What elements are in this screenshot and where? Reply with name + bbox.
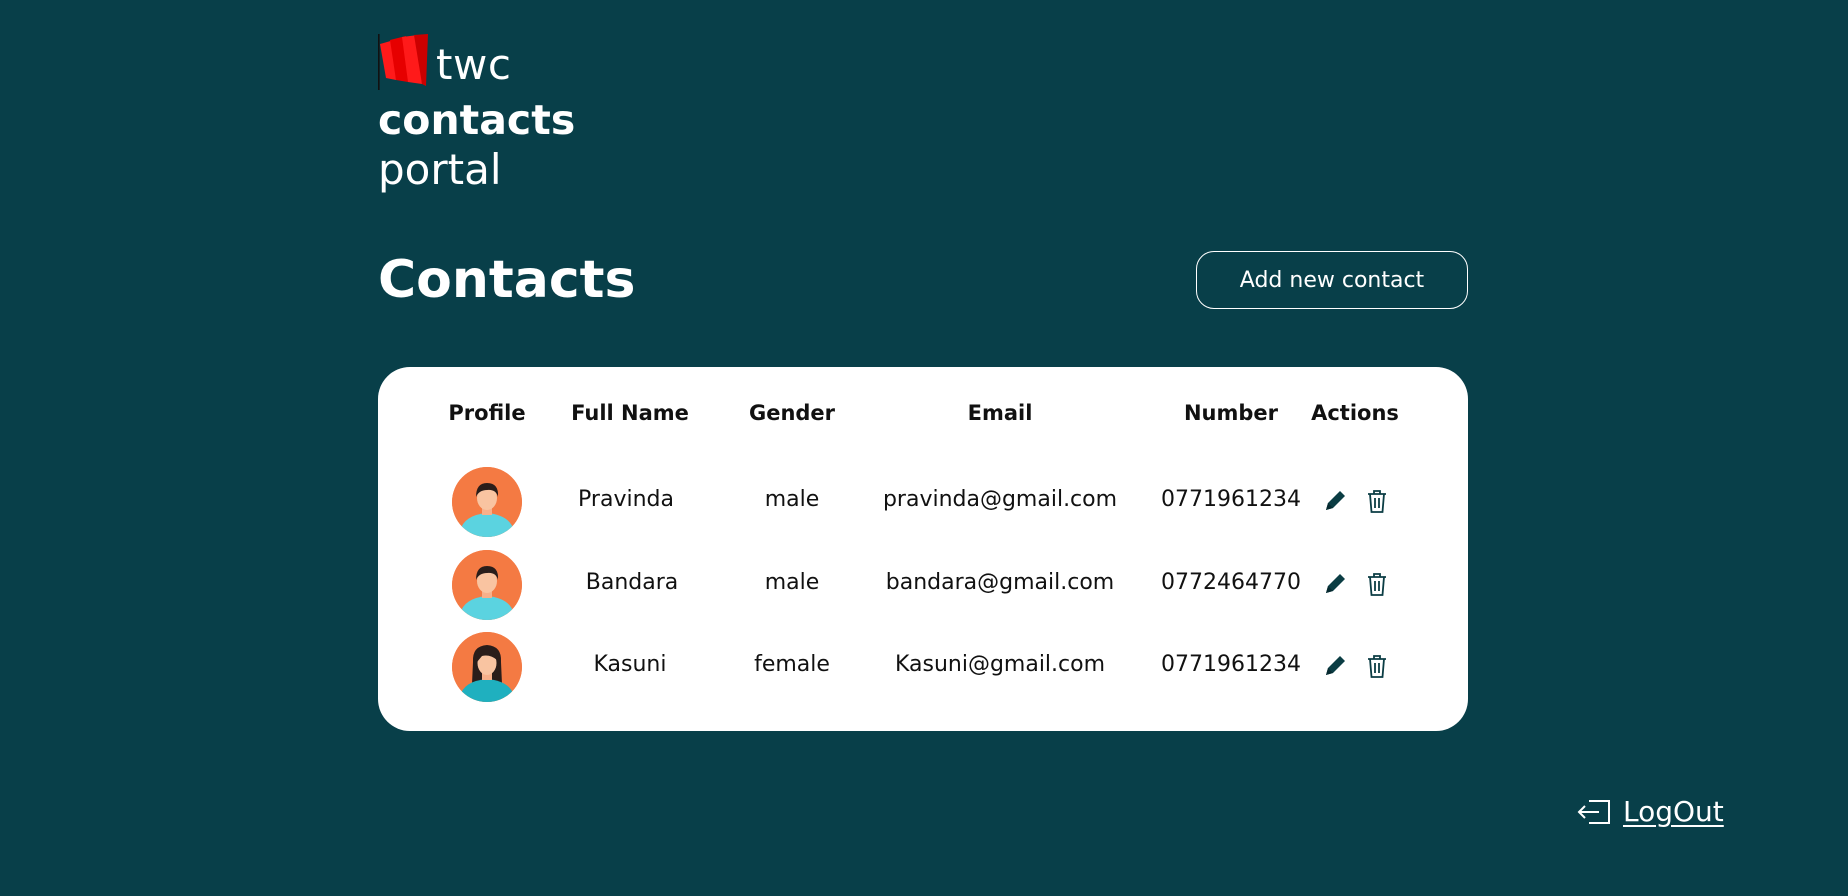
trash-icon[interactable] [1363,570,1391,598]
actions-cell [1321,570,1391,598]
email-cell: bandara@gmail.com [885,570,1115,595]
full-name-cell: Bandara [585,570,679,595]
male-avatar-icon [452,550,522,620]
brand-line-contacts: contacts [378,96,576,144]
logout-label[interactable]: LogOut [1623,795,1724,828]
header-actions: Actions [1311,401,1399,425]
gender-cell: female [754,652,830,677]
table-row: Pravinda male pravinda@gmail.com 0771961… [378,467,1468,537]
number-cell: 0771961234 [1161,487,1301,512]
add-new-contact-button[interactable]: Add new contact [1196,251,1468,309]
table-row: Kasuni female Kasuni@gmail.com 077196123… [378,632,1468,702]
brand-line-portal: portal [378,145,502,194]
trash-icon[interactable] [1363,487,1391,515]
brand-block: twc contacts portal [378,32,575,195]
header-email: Email [967,401,1033,425]
logout-icon [1577,799,1610,824]
actions-cell [1321,652,1391,680]
profile-cell [452,550,522,620]
header-gender: Gender [748,401,836,425]
full-name-cell: Pravinda [578,487,674,512]
number-cell: 0772464770 [1161,570,1301,595]
header-profile: Profile [448,401,526,425]
contacts-table: Profile Full Name Gender Email Number Ac… [378,367,1468,731]
gender-cell: male [764,487,820,512]
page-title: Contacts [378,250,636,310]
gender-cell: male [764,570,820,595]
pencil-icon[interactable] [1321,652,1349,680]
header-number: Number [1183,401,1279,425]
number-cell: 0771961234 [1161,652,1301,677]
female-avatar-icon [452,632,522,702]
logout-link[interactable]: LogOut [1577,795,1724,828]
table-row: Bandara male bandara@gmail.com 077246477… [378,550,1468,620]
brand-name: twc [436,40,512,89]
profile-cell [452,632,522,702]
twc-logo-icon [378,34,428,90]
profile-cell [452,467,522,537]
contacts-page: twc contacts portal Contacts Add new con… [0,0,1848,896]
email-cell: Kasuni@gmail.com [894,652,1106,677]
email-cell: pravinda@gmail.com [882,487,1118,512]
actions-cell [1321,487,1391,515]
pencil-icon[interactable] [1321,487,1349,515]
brand-row: twc [378,32,575,94]
header-full-name: Full Name [571,401,689,425]
male-avatar-icon [452,467,522,537]
full-name-cell: Kasuni [593,652,667,677]
trash-icon[interactable] [1363,652,1391,680]
pencil-icon[interactable] [1321,570,1349,598]
